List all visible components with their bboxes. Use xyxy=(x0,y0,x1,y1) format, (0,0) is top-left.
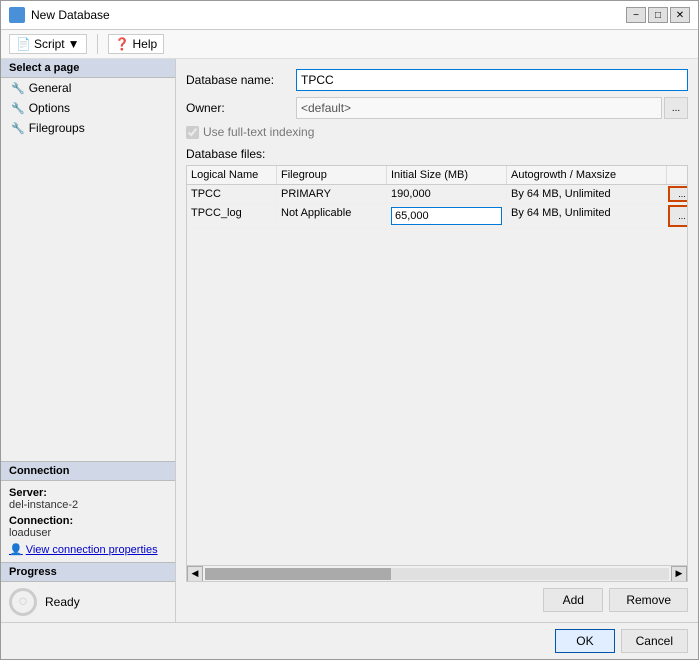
col-autogrowth: Autogrowth / Maxsize xyxy=(507,166,667,184)
db-name-input[interactable] xyxy=(296,69,688,91)
server-label: Server: xyxy=(9,487,47,499)
db-files-label: Database files: xyxy=(186,147,688,161)
scroll-thumb xyxy=(205,568,391,580)
progress-header: Progress xyxy=(1,563,175,582)
row2-path-browse-button[interactable]: ... xyxy=(668,205,687,227)
server-value: del-instance-2 xyxy=(9,499,78,511)
progress-section: Progress ○ Ready xyxy=(1,562,175,622)
table-row: TPCC PRIMARY 190,000 By 64 MB, Unlimited… xyxy=(187,185,687,204)
maximize-button[interactable]: □ xyxy=(648,7,668,23)
row1-initial-size: 190,000 xyxy=(387,185,507,203)
remove-button[interactable]: Remove xyxy=(609,588,688,612)
server-label-row: Server: xyxy=(9,487,167,499)
filegroups-icon: 🔧 xyxy=(11,122,25,135)
row2-filegroup: Not Applicable xyxy=(277,204,387,228)
owner-browse-button[interactable]: ... xyxy=(664,97,688,119)
table-body: TPCC PRIMARY 190,000 By 64 MB, Unlimited… xyxy=(187,185,687,565)
sidebar-item-filegroups[interactable]: 🔧 Filegroups xyxy=(1,118,175,138)
title-controls: − □ ✕ xyxy=(626,7,690,23)
add-button[interactable]: Add xyxy=(543,588,603,612)
fulltext-checkbox[interactable] xyxy=(186,126,199,139)
sidebar-filegroups-label: Filegroups xyxy=(29,121,85,135)
bottom-buttons: OK Cancel xyxy=(1,622,698,659)
main-layout: Select a page 🔧 General 🔧 Options 🔧 File… xyxy=(1,59,698,622)
fulltext-checkbox-row: Use full-text indexing xyxy=(186,125,688,139)
scroll-right-button[interactable]: ▶ xyxy=(671,566,687,582)
col-filegroup: Filegroup xyxy=(277,166,387,184)
help-icon: ❓ xyxy=(115,37,130,51)
scroll-left-button[interactable]: ◀ xyxy=(187,566,203,582)
window-title: New Database xyxy=(31,8,110,22)
table-header: Logical Name Filegroup Initial Size (MB)… xyxy=(187,166,687,185)
owner-label: Owner: xyxy=(186,101,296,115)
progress-text: Ready xyxy=(45,595,80,609)
sidebar: Select a page 🔧 General 🔧 Options 🔧 File… xyxy=(1,59,176,622)
title-bar-left: New Database xyxy=(9,7,110,23)
toolbar-separator xyxy=(97,34,98,54)
server-value-row: del-instance-2 xyxy=(9,499,167,511)
connection-link-icon: 👤 xyxy=(9,543,23,556)
close-button[interactable]: ✕ xyxy=(670,7,690,23)
toolbar: 📄 Script ▼ ❓ Help xyxy=(1,30,698,59)
horizontal-scrollbar: ◀ ▶ xyxy=(187,565,687,581)
options-icon: 🔧 xyxy=(11,102,25,115)
owner-input[interactable] xyxy=(296,97,662,119)
spinner-icon: ○ xyxy=(18,593,28,611)
row1-autogrowth: By 64 MB, Unlimited xyxy=(507,185,667,203)
row1-btn-cell: ... xyxy=(667,185,687,203)
connection-header: Connection xyxy=(1,462,175,481)
script-icon: 📄 xyxy=(16,37,31,51)
row2-autogrowth: By 64 MB, Unlimited xyxy=(507,204,667,228)
view-connection-label: View connection properties xyxy=(26,544,158,556)
progress-spinner: ○ xyxy=(9,588,37,616)
connection-info: Server: del-instance-2 Connection: loadu… xyxy=(1,481,175,562)
owner-row: Owner: ... xyxy=(186,97,688,119)
row1-logical-name: TPCC xyxy=(187,185,277,203)
db-name-label: Database name: xyxy=(186,73,296,87)
table-row: TPCC_log Not Applicable By 64 MB, Unlimi… xyxy=(187,204,687,229)
connection-value-row: loaduser xyxy=(9,527,167,539)
connection-value: loaduser xyxy=(9,527,51,539)
row2-btn-cell: ... xyxy=(667,204,687,228)
connection-label-row: Connection: xyxy=(9,515,167,527)
view-connection-link[interactable]: 👤 View connection properties xyxy=(9,543,167,556)
sidebar-item-general[interactable]: 🔧 General xyxy=(1,78,175,98)
sidebar-item-options[interactable]: 🔧 Options xyxy=(1,98,175,118)
ok-button[interactable]: OK xyxy=(555,629,614,653)
fulltext-label: Use full-text indexing xyxy=(203,125,314,139)
script-button[interactable]: 📄 Script ▼ xyxy=(9,34,87,54)
connection-section: Connection Server: del-instance-2 Connec… xyxy=(1,461,175,562)
db-files-table: Logical Name Filegroup Initial Size (MB)… xyxy=(186,165,688,582)
col-initial-size: Initial Size (MB) xyxy=(387,166,507,184)
main-window: New Database − □ ✕ 📄 Script ▼ ❓ Help Sel… xyxy=(0,0,699,660)
select-page-header: Select a page xyxy=(1,59,175,78)
sidebar-general-label: General xyxy=(29,81,72,95)
help-label: Help xyxy=(132,37,157,51)
row1-path-browse-button[interactable]: ... xyxy=(668,186,687,202)
script-label: Script xyxy=(34,37,65,51)
action-buttons: Add Remove xyxy=(186,588,688,612)
window-icon xyxy=(9,7,25,23)
cancel-button[interactable]: Cancel xyxy=(621,629,688,653)
content-area: Database name: Owner: ... Use full-text … xyxy=(176,59,698,622)
row2-initial-size-input[interactable] xyxy=(391,207,502,225)
progress-info: ○ Ready xyxy=(1,582,175,622)
general-icon: 🔧 xyxy=(11,82,25,95)
help-button[interactable]: ❓ Help xyxy=(108,34,165,54)
row2-logical-name: TPCC_log xyxy=(187,204,277,228)
db-name-row: Database name: xyxy=(186,69,688,91)
minimize-button[interactable]: − xyxy=(626,7,646,23)
row1-filegroup: PRIMARY xyxy=(277,185,387,203)
scroll-track[interactable] xyxy=(205,568,669,580)
col-btn xyxy=(667,166,688,184)
connection-label: Connection: xyxy=(9,515,73,527)
script-dropdown-icon: ▼ xyxy=(68,37,80,51)
row2-initial-size xyxy=(387,204,507,228)
col-logical-name: Logical Name xyxy=(187,166,277,184)
title-bar: New Database − □ ✕ xyxy=(1,1,698,30)
sidebar-spacer xyxy=(1,138,175,461)
sidebar-options-label: Options xyxy=(29,101,70,115)
